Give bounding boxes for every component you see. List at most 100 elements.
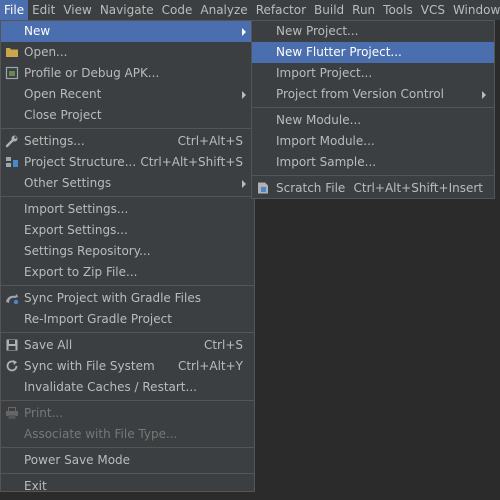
- menu-separator: [1, 400, 254, 401]
- menu-analyze[interactable]: Analyze: [196, 0, 251, 20]
- submenu-arrow-icon: [242, 180, 246, 188]
- folder-icon: [6, 48, 18, 57]
- reimport-gradle-menu-item[interactable]: Re-Import Gradle Project: [1, 309, 254, 330]
- export-settings-label: Export Settings...: [24, 223, 128, 237]
- menu-separator: [252, 175, 494, 176]
- project-structure-shortcut: Ctrl+Alt+Shift+S: [140, 155, 243, 169]
- sync-fs-shortcut: Ctrl+Alt+Y: [177, 359, 243, 373]
- exit-menu-item[interactable]: Exit: [1, 476, 254, 497]
- power-save-label: Power Save Mode: [24, 453, 131, 467]
- new-project-label: New Project...: [276, 24, 359, 38]
- menu-bar: File Edit View Navigate Code Analyze Refactor B…: [0, 0, 500, 20]
- menu-separator: [1, 128, 254, 129]
- sync-fs-label: Sync with File System: [24, 359, 155, 373]
- project-structure-label: Project Structure...: [24, 155, 137, 169]
- menu-separator: [1, 332, 254, 333]
- new-flutter-project-menu-item[interactable]: New Flutter Project...: [252, 42, 494, 63]
- settings-label: Settings...: [24, 134, 85, 148]
- associate-file-type-menu-item[interactable]: Associate with File Type...: [1, 424, 254, 445]
- printer-icon: [6, 407, 18, 419]
- other-settings-label: Other Settings: [24, 176, 112, 190]
- menu-separator: [1, 473, 254, 474]
- new-project-menu-item[interactable]: New Project...: [252, 21, 494, 42]
- apk-icon: [5, 66, 19, 80]
- open-recent-label: Open Recent: [24, 87, 102, 101]
- menu-window[interactable]: Window: [449, 0, 500, 20]
- import-project-menu-item[interactable]: Import Project...: [252, 63, 494, 84]
- file-menu-dropdown: New Open... Profile or Debug APK... Open…: [0, 20, 255, 493]
- menu-refactor[interactable]: Refactor: [252, 0, 310, 20]
- sync-file-system-menu-item[interactable]: Sync with File System Ctrl+Alt+Y: [1, 356, 254, 377]
- import-project-label: Import Project...: [276, 66, 373, 80]
- gradle-sync-icon: [6, 294, 19, 305]
- close-project-menu-item[interactable]: Close Project: [1, 105, 254, 126]
- open-label: Open...: [24, 45, 68, 59]
- import-sample-menu-item[interactable]: Import Sample...: [252, 152, 494, 173]
- menu-edit[interactable]: Edit: [28, 0, 59, 20]
- profile-debug-label: Profile or Debug APK...: [24, 66, 160, 80]
- open-recent-menu-item[interactable]: Open Recent: [1, 84, 254, 105]
- wrench-icon: [5, 135, 18, 148]
- reimport-gradle-label: Re-Import Gradle Project: [24, 312, 172, 326]
- menu-separator: [1, 196, 254, 197]
- menu-separator: [1, 285, 254, 286]
- project-structure-menu-item[interactable]: Project Structure... Ctrl+Alt+Shift+S: [1, 152, 254, 173]
- new-label: New: [24, 24, 51, 38]
- new-menu-item[interactable]: New: [1, 21, 254, 42]
- settings-repository-label: Settings Repository...: [24, 244, 151, 258]
- exit-label: Exit: [24, 479, 47, 493]
- invalidate-caches-menu-item[interactable]: Invalidate Caches / Restart...: [1, 377, 254, 398]
- project-structure-icon: [6, 157, 18, 167]
- scratch-file-menu-item[interactable]: Scratch File Ctrl+Alt+Shift+Insert: [252, 178, 494, 199]
- import-settings-menu-item[interactable]: Import Settings...: [1, 199, 254, 220]
- profile-debug-apk-menu-item[interactable]: Profile or Debug APK...: [1, 63, 254, 84]
- new-flutter-project-label: New Flutter Project...: [276, 45, 402, 59]
- scratch-file-shortcut: Ctrl+Alt+Shift+Insert: [353, 181, 483, 195]
- invalidate-caches-label: Invalidate Caches / Restart...: [24, 380, 197, 394]
- save-all-menu-item[interactable]: Save All Ctrl+S: [1, 335, 254, 356]
- menu-build[interactable]: Build: [310, 0, 348, 20]
- export-zip-label: Export to Zip File...: [24, 265, 138, 279]
- scratch-file-label: Scratch File: [276, 181, 346, 195]
- export-settings-menu-item[interactable]: Export Settings...: [1, 220, 254, 241]
- menu-navigate[interactable]: Navigate: [96, 0, 158, 20]
- import-module-label: Import Module...: [276, 134, 375, 148]
- menu-view[interactable]: View: [59, 0, 95, 20]
- settings-repository-menu-item[interactable]: Settings Repository...: [1, 241, 254, 262]
- save-icon: [6, 339, 18, 351]
- import-settings-label: Import Settings...: [24, 202, 129, 216]
- close-project-label: Close Project: [24, 108, 102, 122]
- import-sample-label: Import Sample...: [276, 155, 377, 169]
- new-module-menu-item[interactable]: New Module...: [252, 110, 494, 131]
- new-submenu: New Project... New Flutter Project... Im…: [251, 20, 495, 199]
- menu-separator: [1, 447, 254, 448]
- settings-menu-item[interactable]: Settings... Ctrl+Alt+S: [1, 131, 254, 152]
- save-all-shortcut: Ctrl+S: [203, 338, 243, 352]
- scratch-file-icon: [258, 182, 268, 194]
- menu-run[interactable]: Run: [348, 0, 379, 20]
- power-save-mode-menu-item[interactable]: Power Save Mode: [1, 450, 254, 471]
- import-module-menu-item[interactable]: Import Module...: [252, 131, 494, 152]
- sync-gradle-menu-item[interactable]: Sync Project with Gradle Files: [1, 288, 254, 309]
- menu-vcs[interactable]: VCS: [417, 0, 449, 20]
- menu-file[interactable]: File: [0, 0, 29, 20]
- project-from-vcs-menu-item[interactable]: Project from Version Control: [252, 84, 494, 105]
- sync-gradle-label: Sync Project with Gradle Files: [24, 291, 201, 305]
- submenu-arrow-icon: [482, 91, 486, 99]
- open-menu-item[interactable]: Open...: [1, 42, 254, 63]
- submenu-arrow-icon: [242, 91, 246, 99]
- project-from-vcs-label: Project from Version Control: [276, 87, 444, 101]
- refresh-icon: [6, 360, 18, 372]
- menu-code[interactable]: Code: [158, 0, 197, 20]
- associate-file-type-label: Associate with File Type...: [24, 427, 178, 441]
- submenu-arrow-icon: [242, 28, 246, 36]
- export-zip-menu-item[interactable]: Export to Zip File...: [1, 262, 254, 283]
- print-label: Print...: [24, 406, 64, 420]
- other-settings-menu-item[interactable]: Other Settings: [1, 173, 254, 194]
- save-all-label: Save All: [24, 338, 73, 352]
- menu-separator: [252, 107, 494, 108]
- print-menu-item[interactable]: Print...: [1, 403, 254, 424]
- new-module-label: New Module...: [276, 113, 362, 127]
- settings-shortcut: Ctrl+Alt+S: [177, 134, 243, 148]
- menu-tools[interactable]: Tools: [379, 0, 417, 20]
